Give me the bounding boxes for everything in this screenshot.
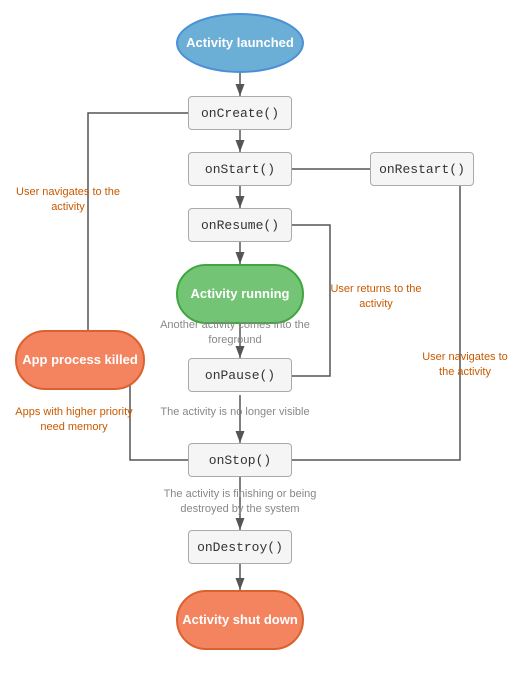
another-activity-annotation: Another activity comes into the foregrou…: [155, 318, 315, 349]
activity-running-label: Activity running: [191, 286, 290, 303]
activity-launched-node: Activity launched: [176, 13, 304, 73]
activity-shutdown-node: Activity shut down: [176, 590, 304, 650]
on-create-node: onCreate(): [188, 96, 292, 130]
app-process-killed-node: App process killed: [15, 330, 145, 390]
on-stop-label: onStop(): [209, 453, 271, 468]
activity-finishing-annotation: The activity is finishing or being destr…: [140, 487, 340, 518]
on-resume-label: onResume(): [201, 218, 279, 233]
on-create-label: onCreate(): [201, 106, 279, 121]
user-returns-annotation: User returns to the activity: [326, 282, 426, 313]
on-resume-node: onResume(): [188, 208, 292, 242]
on-start-label: onStart(): [205, 162, 275, 177]
activity-running-node: Activity running: [176, 264, 304, 324]
on-restart-label: onRestart(): [379, 162, 465, 177]
app-process-killed-label: App process killed: [22, 352, 138, 369]
on-destroy-label: onDestroy(): [197, 540, 283, 555]
on-destroy-node: onDestroy(): [188, 530, 292, 564]
on-start-node: onStart(): [188, 152, 292, 186]
activity-no-longer-annotation: The activity is no longer visible: [155, 405, 315, 420]
user-navigates-annotation: User navigates to the activity: [8, 185, 128, 216]
on-stop-node: onStop(): [188, 443, 292, 477]
apps-higher-priority-annotation: Apps with higher priority need memory: [4, 405, 144, 436]
activity-shutdown-label: Activity shut down: [182, 612, 298, 629]
activity-lifecycle-diagram: Activity launched onCreate() onStart() o…: [0, 0, 523, 673]
on-restart-node: onRestart(): [370, 152, 474, 186]
activity-launched-label: Activity launched: [186, 35, 294, 52]
on-pause-label: onPause(): [205, 368, 275, 383]
user-navigates2-annotation: User navigates to the activity: [415, 350, 515, 381]
on-pause-node: onPause(): [188, 358, 292, 392]
